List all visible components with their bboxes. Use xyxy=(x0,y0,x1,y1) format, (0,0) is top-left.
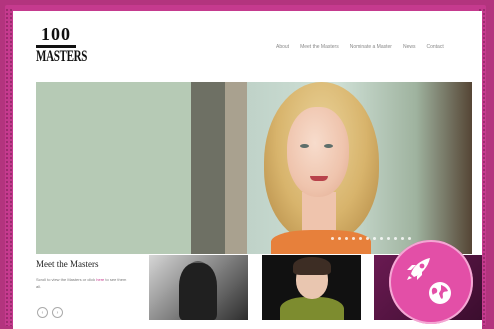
meet-section: Meet the Masters Scroll to view the Mast… xyxy=(36,258,136,290)
hero-portrait-eye xyxy=(324,144,333,148)
slider-dot[interactable] xyxy=(352,237,355,240)
slider-dot[interactable] xyxy=(338,237,341,240)
rocket-icon xyxy=(407,258,430,280)
see-all-link[interactable]: here xyxy=(96,277,104,282)
nav-item-meet-the-masters[interactable]: Meet the Masters xyxy=(300,44,339,54)
slider-dot[interactable] xyxy=(366,237,369,240)
slider-dot[interactable] xyxy=(387,237,390,240)
hero-portrait-neck xyxy=(302,192,336,232)
logo-number: 100 xyxy=(41,24,71,44)
slider-dot[interactable] xyxy=(380,237,383,240)
slider-dot[interactable] xyxy=(373,237,376,240)
logo-word: MASTERS xyxy=(36,48,88,66)
slider-pagination xyxy=(331,237,411,240)
hero-pillar xyxy=(191,82,225,254)
slider-dot[interactable] xyxy=(331,237,334,240)
nav-item-about[interactable]: About xyxy=(276,44,289,54)
slider-dot[interactable] xyxy=(359,237,362,240)
hero-portrait-face xyxy=(287,107,349,197)
app-badge xyxy=(389,240,473,324)
thumbnail-figure xyxy=(179,263,217,320)
decorative-dots-left xyxy=(5,8,13,326)
master-thumbnail[interactable] xyxy=(149,255,248,320)
section-description-text: Scroll to view the Masters or click xyxy=(36,277,96,282)
nav-item-news[interactable]: News xyxy=(403,44,416,54)
hero-wall xyxy=(36,82,196,254)
slider-dot[interactable] xyxy=(394,237,397,240)
nav-item-contact[interactable]: Contact xyxy=(426,44,443,54)
slider-dot[interactable] xyxy=(408,237,411,240)
master-thumbnail[interactable] xyxy=(262,255,361,320)
slider-dot[interactable] xyxy=(401,237,404,240)
hero-portrait-mouth xyxy=(310,176,328,181)
main-nav: About Meet the Masters Nominate a Master… xyxy=(276,44,444,54)
hero-pillar-edge xyxy=(225,82,247,254)
thumbnail-figure xyxy=(280,297,344,320)
site-logo[interactable]: 100 MASTERS xyxy=(36,24,88,66)
section-description: Scroll to view the Masters or click here… xyxy=(36,276,131,290)
globe-icon xyxy=(429,282,451,304)
hero-image[interactable] xyxy=(36,82,472,254)
chevron-right-icon[interactable]: › xyxy=(52,307,63,318)
thumbnail-hair xyxy=(293,257,331,275)
hero-portrait-shirt xyxy=(271,230,371,254)
carousel-controls: ‹ › xyxy=(37,307,63,318)
nav-item-nominate-a-master[interactable]: Nominate a Master xyxy=(350,44,392,54)
chevron-left-icon[interactable]: ‹ xyxy=(37,307,48,318)
slider-dot[interactable] xyxy=(345,237,348,240)
hero-portrait-eye xyxy=(300,144,309,148)
section-title: Meet the Masters xyxy=(36,259,99,269)
